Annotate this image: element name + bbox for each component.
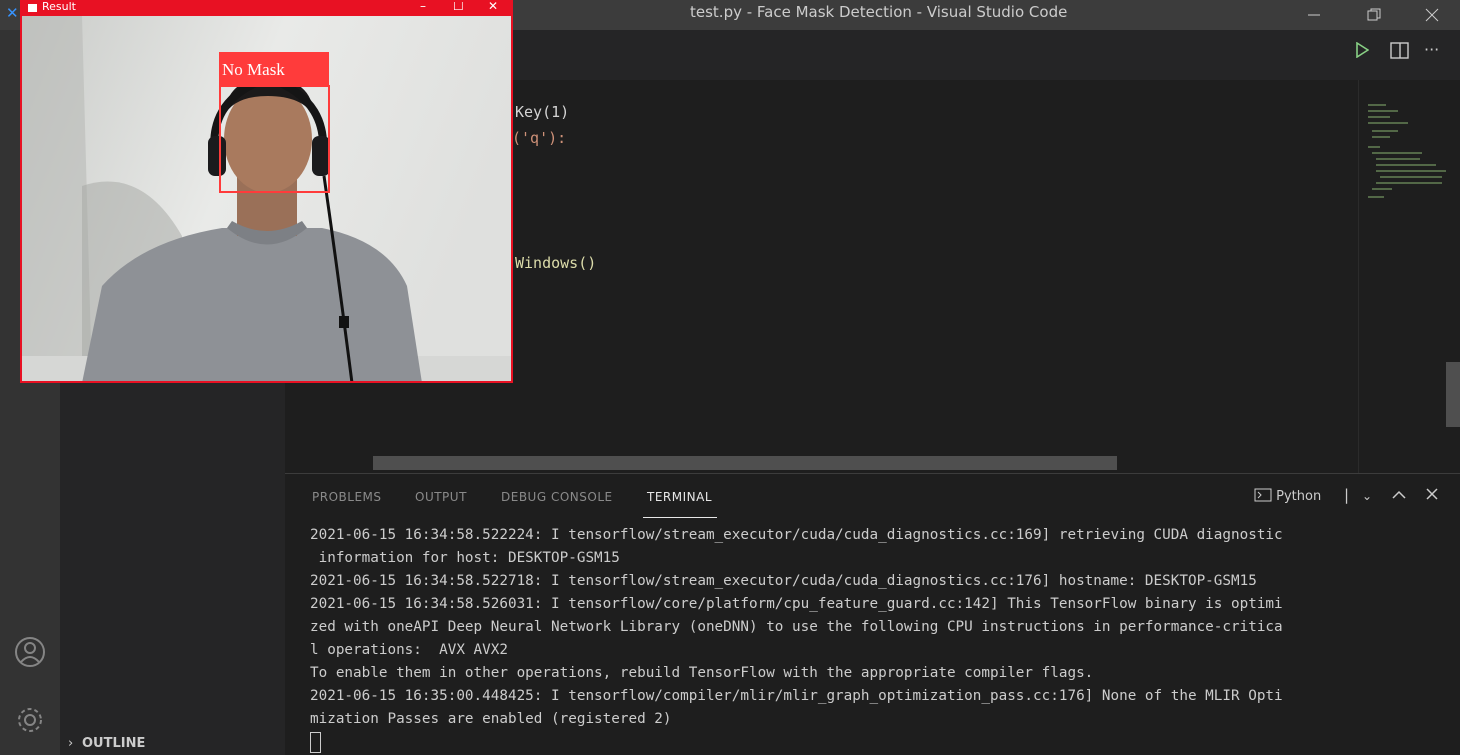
restore-icon <box>1367 8 1381 21</box>
camera-close-icon[interactable]: ✕ <box>488 2 498 13</box>
terminal-line: 2021-06-15 16:35:00.448425: I tensorflow… <box>310 688 1283 704</box>
run-python-file-button[interactable] <box>1355 41 1370 62</box>
accounts-button[interactable] <box>8 630 52 674</box>
close-panel-button[interactable] <box>1426 486 1438 504</box>
active-tab-indicator <box>643 517 717 518</box>
camera-window-title: Result <box>42 0 76 13</box>
app-icon <box>28 4 37 12</box>
manage-button[interactable] <box>8 698 52 742</box>
terminal-line: l operations: AVX AVX2 <box>310 642 508 658</box>
camera-maximize-icon[interactable]: ☐ <box>453 2 464 13</box>
account-icon <box>15 637 45 667</box>
minimize-icon <box>1308 14 1320 16</box>
minimize-button[interactable] <box>1286 0 1342 30</box>
more-actions-icon[interactable]: ··· <box>1424 40 1439 59</box>
detection-label: No Mask <box>222 60 285 79</box>
terminal-line: mization Passes are enabled (registered … <box>310 711 672 727</box>
terminal-icon <box>1254 488 1272 502</box>
close-window-button[interactable] <box>1404 0 1460 30</box>
maximize-panel-button[interactable] <box>1392 486 1406 504</box>
terminal-line: 2021-06-15 16:34:58.522224: I tensorflow… <box>310 527 1283 543</box>
chevron-right-icon: › <box>68 736 74 751</box>
terminal-shell-selector[interactable]: Python <box>1254 488 1321 504</box>
face-bounding-box <box>219 85 330 193</box>
tab-debug-console[interactable]: DEBUG CONSOLE <box>501 490 613 504</box>
run-icon <box>1356 41 1370 59</box>
editor-horizontal-scrollbar[interactable] <box>373 456 1117 470</box>
outline-section-header[interactable]: › OUTLINE <box>68 736 145 751</box>
terminal-line: 2021-06-15 16:34:58.522718: I tensorflow… <box>310 573 1257 589</box>
gear-icon <box>18 708 42 732</box>
split-editor-button[interactable] <box>1390 42 1410 64</box>
panel-divider: | <box>1344 486 1350 504</box>
code-line: Key(1) <box>515 103 570 121</box>
split-editor-icon <box>1390 42 1409 59</box>
restore-button[interactable] <box>1346 0 1402 30</box>
code-line: ('q'): <box>512 129 567 147</box>
camera-minimize-icon[interactable]: – <box>420 2 426 13</box>
terminal-line: information for host: DESKTOP-GSM15 <box>310 550 620 566</box>
close-icon <box>1426 488 1438 500</box>
tab-problems[interactable]: PROBLEMS <box>312 490 382 504</box>
tab-output[interactable]: OUTPUT <box>415 490 467 504</box>
minimap-divider <box>1358 80 1359 473</box>
shell-label: Python <box>1276 489 1322 504</box>
tab-terminal[interactable]: TERMINAL <box>647 490 712 504</box>
terminal-line: 2021-06-15 16:34:58.526031: I tensorflow… <box>310 596 1283 612</box>
camera-window-titlebar[interactable]: Result – ☐ ✕ <box>22 2 511 16</box>
chevron-down-icon[interactable]: ⌄ <box>1362 489 1372 503</box>
terminal-cursor[interactable] <box>310 732 321 753</box>
code-line: Windows() <box>515 254 597 272</box>
minimap[interactable] <box>1360 100 1446 220</box>
camera-result-window[interactable]: Result – ☐ ✕ No Mask <box>20 0 513 383</box>
close-icon <box>1425 8 1439 22</box>
window-title: test.py - Face Mask Detection - Visual S… <box>690 3 1068 21</box>
terminal-line: zed with oneAPI Deep Neural Network Libr… <box>310 619 1283 635</box>
chevron-up-icon <box>1392 490 1406 499</box>
vscode-logo-icon: ✕ <box>6 4 19 22</box>
outline-label: OUTLINE <box>82 736 146 751</box>
terminal-line: To enable them in other operations, rebu… <box>310 665 1094 681</box>
editor-vertical-scrollbar[interactable] <box>1446 362 1460 427</box>
